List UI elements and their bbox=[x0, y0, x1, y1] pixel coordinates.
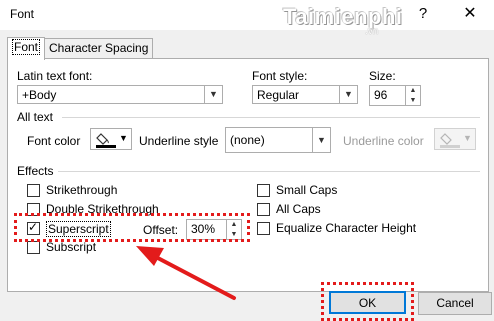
spin-up-icon[interactable]: ▲ bbox=[406, 86, 420, 95]
tab-font-label: Font bbox=[12, 39, 41, 55]
latin-font-label: Latin text font: bbox=[17, 69, 93, 83]
window-title: Font bbox=[10, 7, 35, 21]
chevron-down-icon: ▼ bbox=[463, 133, 472, 143]
help-button[interactable]: ? bbox=[410, 4, 436, 24]
size-spinner[interactable]: 96 ▲ ▼ bbox=[369, 85, 421, 106]
strikethrough-label[interactable]: Strikethrough bbox=[46, 183, 117, 197]
chevron-down-icon[interactable]: ▼ bbox=[312, 128, 330, 152]
underline-color-label: Underline color bbox=[343, 134, 424, 148]
chevron-down-icon: ▼ bbox=[119, 133, 128, 143]
watermark-logo: Taimienphi .vn bbox=[283, 4, 403, 40]
all-text-divider bbox=[62, 117, 480, 118]
ok-button[interactable]: OK bbox=[329, 291, 406, 314]
cancel-button[interactable]: Cancel bbox=[418, 292, 492, 315]
tab-character-spacing[interactable]: Character Spacing bbox=[44, 38, 154, 59]
arrow-annotation-icon bbox=[136, 246, 236, 300]
latin-font-select[interactable]: +Body ▼ bbox=[17, 85, 223, 104]
small-caps-checkbox[interactable] bbox=[257, 184, 270, 197]
all-text-heading: All text bbox=[17, 110, 54, 124]
effects-divider bbox=[58, 171, 480, 172]
underline-style-label: Underline style bbox=[139, 134, 219, 148]
watermark-domain: .vn bbox=[365, 26, 379, 37]
font-style-value: Regular bbox=[257, 88, 300, 102]
strikethrough-checkbox[interactable] bbox=[27, 184, 40, 197]
font-color-label: Font color bbox=[27, 134, 81, 148]
underline-style-select[interactable]: (none) ▼ bbox=[225, 127, 331, 153]
close-button[interactable]: ✕ bbox=[456, 4, 484, 24]
font-color-button[interactable]: ▼ bbox=[90, 128, 132, 150]
spin-down-icon[interactable]: ▼ bbox=[406, 96, 420, 105]
chevron-down-icon[interactable]: ▼ bbox=[204, 86, 222, 103]
tab-font[interactable]: Font bbox=[7, 37, 46, 60]
paint-bucket-icon bbox=[440, 133, 460, 148]
paint-bucket-icon bbox=[96, 133, 116, 148]
font-style-label: Font style: bbox=[252, 69, 308, 83]
equalize-height-label[interactable]: Equalize Character Height bbox=[276, 221, 416, 235]
subscript-label[interactable]: Subscript bbox=[46, 240, 96, 254]
size-spin-buttons: ▲ ▼ bbox=[405, 86, 420, 105]
equalize-height-checkbox[interactable] bbox=[257, 222, 270, 235]
chevron-down-icon[interactable]: ▼ bbox=[339, 86, 357, 103]
all-caps-checkbox[interactable] bbox=[257, 203, 270, 216]
all-caps-label[interactable]: All Caps bbox=[276, 202, 321, 216]
underline-color-button: ▼ bbox=[434, 128, 476, 150]
size-label: Size: bbox=[369, 69, 396, 83]
subscript-checkbox[interactable] bbox=[27, 241, 40, 254]
small-caps-label[interactable]: Small Caps bbox=[276, 183, 337, 197]
watermark-brand: Taimienphi bbox=[283, 4, 403, 29]
font-style-select[interactable]: Regular ▼ bbox=[252, 85, 358, 104]
underline-style-value: (none) bbox=[230, 133, 265, 147]
tab-character-spacing-label: Character Spacing bbox=[49, 41, 149, 55]
effects-heading: Effects bbox=[17, 164, 54, 178]
size-value[interactable]: 96 bbox=[374, 88, 387, 102]
latin-font-value: +Body bbox=[22, 88, 57, 102]
